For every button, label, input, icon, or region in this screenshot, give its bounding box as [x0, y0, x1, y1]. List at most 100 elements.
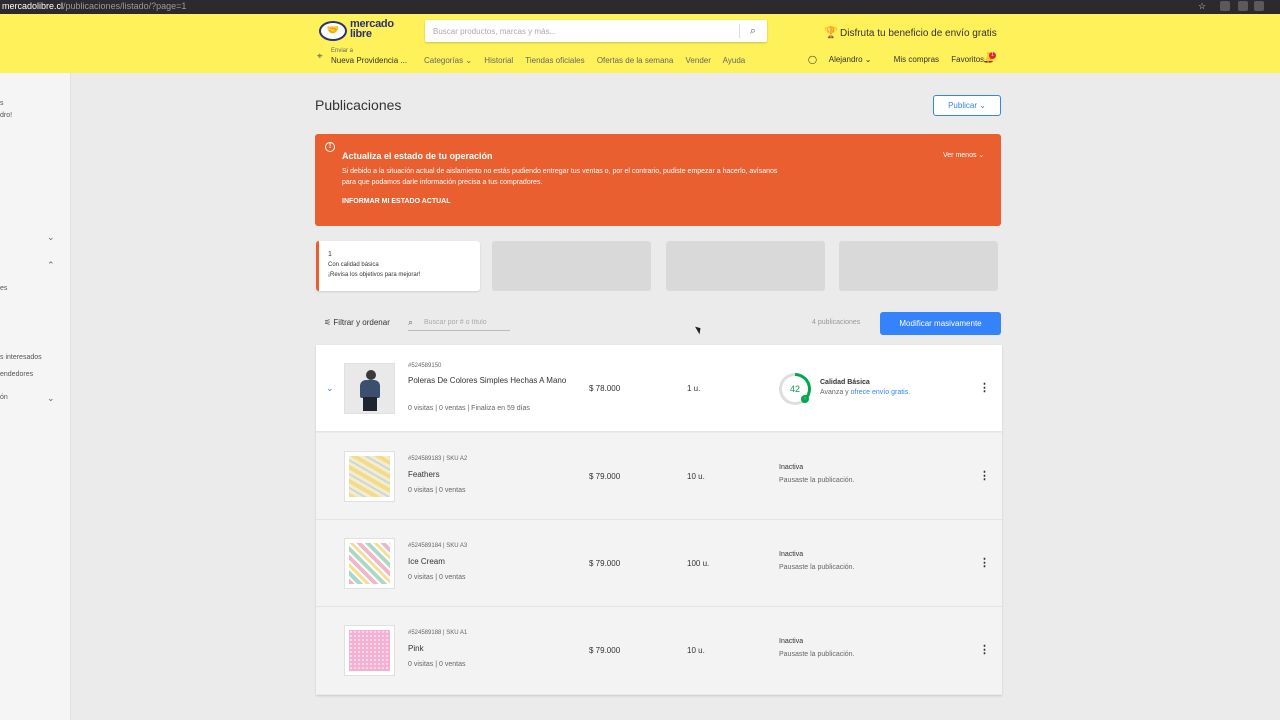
user-nav: ◯ Alejandro ⌄ Mis compras Favoritos ⌄	[808, 55, 1003, 64]
search-bar: ⌕	[425, 20, 767, 42]
chevron-up-icon[interactable]: ⌃	[47, 260, 55, 271]
listing-price[interactable]: $ 79.000	[589, 559, 620, 568]
listing-price[interactable]: $ 79.000	[589, 472, 620, 481]
quality-text: Avanza y	[820, 389, 851, 396]
sidebar-item[interactable]: s	[0, 100, 4, 107]
quality-card[interactable]: 1 Con calidad básica ¡Revisa los objetiv…	[316, 241, 480, 291]
mercadolibre-logo[interactable]: 🤝 mercado libre	[319, 19, 399, 45]
listing-search-input[interactable]	[424, 316, 510, 329]
quality-card-placeholder	[666, 241, 825, 291]
product-image[interactable]	[344, 451, 395, 502]
listing-price[interactable]: $ 79.000	[589, 646, 620, 655]
location-label: Enviar a	[331, 48, 354, 54]
url-path: /publicaciones/listado/?page=1	[63, 1, 187, 11]
listing-meta: 0 visitas | 0 ventas	[408, 661, 466, 668]
trophy-icon: 🏆	[824, 27, 838, 39]
listing-stock[interactable]: 10 u.	[687, 472, 705, 481]
quality-score-ring[interactable]: 42 ↑	[779, 373, 811, 405]
search-button[interactable]: ⌕	[742, 22, 764, 40]
main-nav: Categorías ⌄ Historial Tiendas oficiales…	[424, 56, 755, 65]
filter-button[interactable]: ⚟ Filtrar y ordenar	[324, 318, 390, 327]
site-header: 🤝 mercadolibre ⌕ 🏆Disfruta tu beneficio …	[0, 14, 1280, 73]
kebab-icon[interactable]: ⋮	[979, 470, 990, 482]
see-less-toggle[interactable]: Ver menos ⌄	[943, 151, 984, 159]
my-purchases-link[interactable]: Mis compras	[894, 55, 939, 64]
search-icon: ⌕	[408, 317, 414, 327]
publish-button[interactable]: Publicar ⌄	[933, 95, 1001, 116]
status-detail: Pausaste la publicación.	[779, 651, 855, 658]
browser-url-bar[interactable]: mercadolibre.cl/publicaciones/listado/?p…	[0, 0, 1280, 14]
listing-title[interactable]: Ice Cream	[408, 556, 573, 568]
chevron-down-icon[interactable]: ⌄	[47, 393, 55, 404]
promo-text: Disfruta tu beneficio de envío gratis	[840, 28, 997, 39]
product-image[interactable]	[344, 625, 395, 676]
sidebar-item[interactable]: s interesados	[0, 354, 42, 361]
sidebar-item: dro!	[0, 112, 13, 119]
listing-stock[interactable]: 10 u.	[687, 646, 705, 655]
alert-body: Si debido a la situación actual de aisla…	[342, 168, 778, 186]
inform-status-link[interactable]: INFORMAR MI ESTADO ACTUAL	[342, 198, 451, 205]
sidebar-item[interactable]: es	[0, 285, 7, 292]
nav-ofertas[interactable]: Ofertas de la semana	[597, 56, 673, 65]
table-row[interactable]: #524589183 | SKU A2 Feathers 0 visitas |…	[316, 433, 1002, 520]
listing-meta: 0 visitas | 0 ventas	[408, 574, 466, 581]
extension-icon[interactable]	[1238, 1, 1248, 11]
nav-tiendas-oficiales[interactable]: Tiendas oficiales	[525, 56, 584, 65]
nav-ayuda[interactable]: Ayuda	[723, 56, 746, 65]
listing-id: #524589150	[408, 363, 442, 369]
nav-vender[interactable]: Vender	[686, 56, 711, 65]
kebab-icon[interactable]: ⋮	[979, 644, 990, 656]
chevron-down-icon[interactable]: ⌄	[47, 232, 55, 243]
status-alert: ! Actualiza el estado de tu operación Si…	[315, 134, 1001, 226]
free-shipping-link[interactable]: ofrece envío gratis.	[851, 389, 911, 396]
status-badge: Inactiva	[779, 551, 804, 558]
product-image[interactable]	[344, 538, 395, 589]
filter-label: Filtrar y ordenar	[333, 318, 390, 327]
listing-stock[interactable]: 1 u.	[687, 384, 700, 393]
extension-icon[interactable]	[1220, 1, 1230, 11]
extension-icon[interactable]	[1254, 1, 1264, 11]
status-badge: Inactiva	[779, 638, 804, 645]
arrow-up-icon: ↑	[801, 395, 809, 403]
status-detail: Pausaste la publicación.	[779, 564, 855, 571]
kebab-icon[interactable]: ⋮	[979, 557, 990, 569]
notification-badge: 1	[989, 52, 996, 59]
notifications-button[interactable]: 🔔 1	[982, 52, 996, 64]
status-detail: Pausaste la publicación.	[779, 477, 855, 484]
listing-price[interactable]: $ 78.000	[589, 384, 620, 393]
listing-search: ⌕	[408, 316, 510, 331]
nav-categorias[interactable]: Categorías ⌄	[424, 56, 472, 65]
listing-table: ⌄ #524589150 Poleras De Colores Simples …	[316, 345, 1002, 695]
product-image[interactable]	[344, 363, 395, 414]
table-row[interactable]: #524589184 | SKU A3 Ice Cream 0 visitas …	[316, 520, 1002, 607]
search-input[interactable]	[425, 20, 739, 42]
user-name: Alejandro ⌄	[828, 55, 872, 64]
table-row[interactable]: ⌄ #524589150 Poleras De Colores Simples …	[316, 345, 1002, 432]
listing-stock[interactable]: 100 u.	[687, 559, 709, 568]
alert-icon: !	[325, 142, 335, 152]
sidebar-item[interactable]: endedores	[0, 371, 33, 378]
table-row[interactable]: #524589188 | SKU A1 Pink 0 visitas | 0 v…	[316, 607, 1002, 694]
listing-meta: 0 visitas | 0 ventas | Finaliza en 59 dí…	[408, 405, 530, 412]
bookmark-star-icon[interactable]: ☆	[1198, 1, 1208, 11]
quality-card-placeholder	[839, 241, 998, 291]
listing-meta: 0 visitas | 0 ventas	[408, 487, 466, 494]
quality-card-placeholder	[492, 241, 651, 291]
nav-historial[interactable]: Historial	[484, 56, 513, 65]
alert-title: Actualiza el estado de tu operación	[342, 151, 493, 161]
shipping-promo[interactable]: 🏆 Disfruta tu beneficio de envío gratis	[824, 26, 997, 39]
listing-title[interactable]: Pink	[408, 643, 573, 655]
listing-toolbar: ⚟ Filtrar y ordenar ⌕ 4 publicaciones Mo…	[316, 312, 1002, 336]
listing-count: 4 publicaciones	[812, 319, 861, 326]
user-menu[interactable]: ◯ Alejandro ⌄	[808, 55, 881, 64]
listing-title[interactable]: Poleras De Colores Simples Hechas A Mano	[408, 375, 573, 387]
quality-card-label: Con calidad básica	[328, 262, 379, 268]
kebab-icon[interactable]: ⋮	[979, 382, 990, 394]
quality-card-hint: ¡Revisa los objetivos para mejorar!	[328, 272, 421, 278]
listing-id: #524589183 | SKU A2	[408, 456, 468, 462]
quality-subtitle: Avanza y ofrece envío gratis.	[820, 389, 910, 396]
chevron-down-icon[interactable]: ⌄	[326, 383, 334, 394]
sidebar-item[interactable]: ón	[0, 394, 8, 401]
bulk-edit-button[interactable]: Modificar masivamente	[880, 312, 1001, 335]
listing-title[interactable]: Feathers	[408, 469, 573, 481]
